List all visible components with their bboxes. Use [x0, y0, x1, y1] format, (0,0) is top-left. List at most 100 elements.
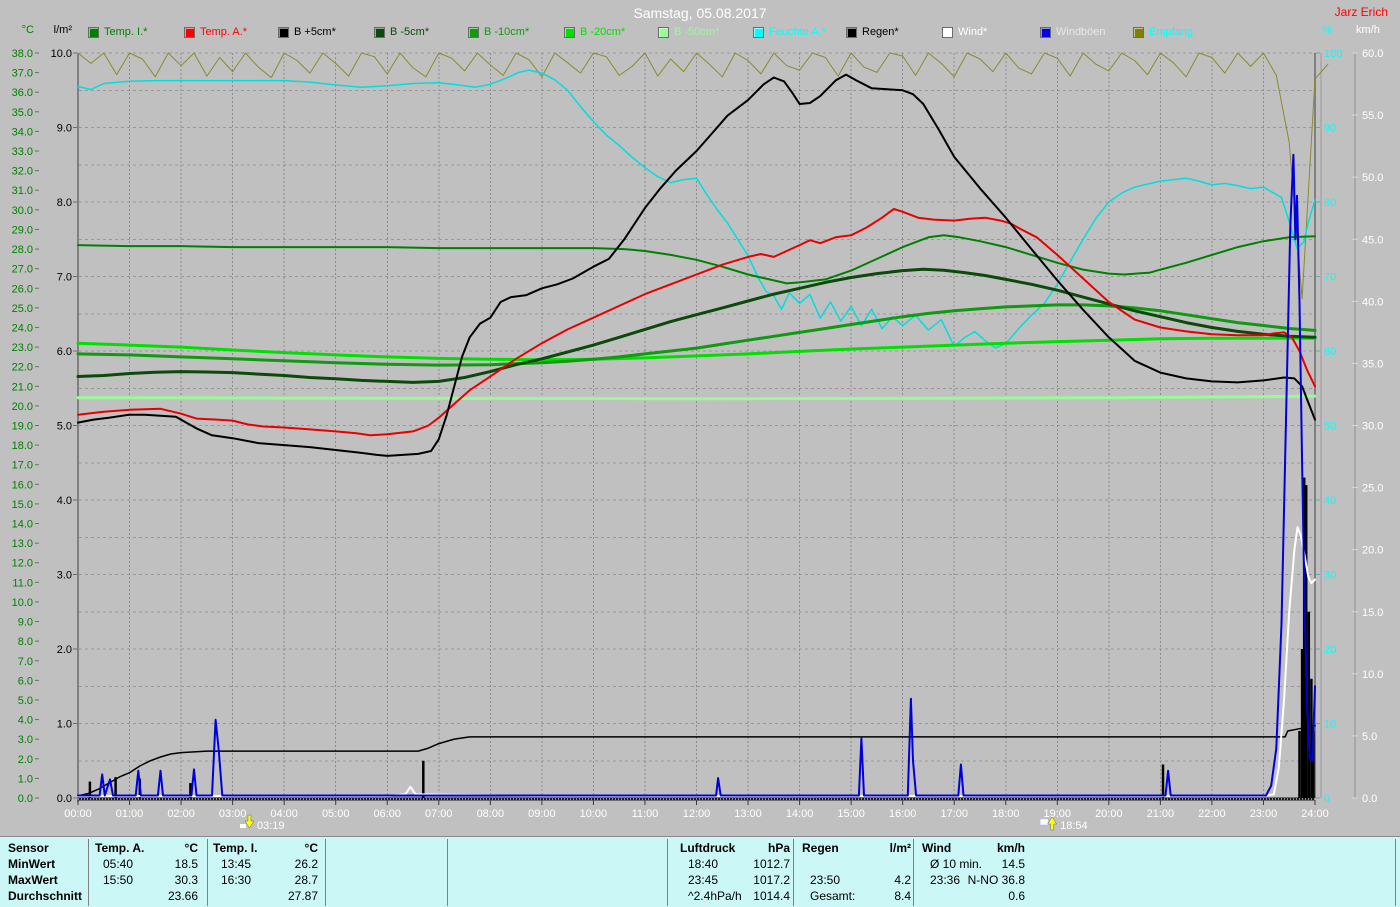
- stat-cell: 4.2: [894, 873, 911, 887]
- time-tick-label: 06:00: [373, 808, 401, 820]
- stat-cell: N-NO 36.8: [967, 873, 1025, 887]
- rain-tick-label: 9.0: [57, 123, 72, 135]
- humidity-tick-label: 0: [1324, 793, 1330, 805]
- humidity-tick-label: 70: [1324, 272, 1336, 284]
- stat-cell: 30.3: [174, 873, 198, 887]
- temp-tick-label: 12.0: [12, 558, 33, 570]
- stat-cell: km/h: [996, 841, 1025, 855]
- rain-tick-label: 5.0: [57, 421, 72, 433]
- humidity-tick-label: 20: [1324, 644, 1336, 656]
- wind-tick-label: 30.0: [1362, 421, 1383, 433]
- sun-marker-1854: 18:54: [1039, 816, 1088, 832]
- stat-cell: 1014.4: [753, 889, 790, 903]
- temp-tick-label: 23.0: [12, 342, 33, 354]
- table-divider: [1395, 839, 1396, 906]
- rain-tick-label: 1.0: [57, 719, 72, 731]
- wind-tick-label: 55.0: [1362, 110, 1383, 122]
- wind-tick-label: 15.0: [1362, 607, 1383, 619]
- stat-cell: MaxWert: [8, 873, 58, 887]
- temp-tick-label: 24.0: [12, 322, 33, 334]
- horizon-icon: [1039, 818, 1049, 826]
- horizon-icon: [239, 824, 246, 828]
- temp-tick-label: 38.0: [12, 48, 33, 60]
- temp-tick-label: 16.0: [12, 479, 33, 491]
- temp-tick-label: 4.0: [18, 715, 33, 727]
- time-tick-label: 18:00: [992, 808, 1020, 820]
- wind-tick-label: 45.0: [1362, 234, 1383, 246]
- temp-tick-label: 5.0: [18, 695, 33, 707]
- time-tick-label: 03:00: [219, 808, 247, 820]
- humidity-tick-label: 30: [1324, 570, 1336, 582]
- stat-cell: 27.87: [287, 889, 318, 903]
- time-tick-label: 16:00: [889, 808, 917, 820]
- table-divider: [207, 839, 208, 906]
- table-divider: [793, 839, 794, 906]
- stat-cell: 26.2: [294, 857, 318, 871]
- time-tick-label: 09:00: [528, 808, 556, 820]
- temp-tick-label: 28.0: [12, 244, 33, 256]
- temp-tick-label: 0.0: [18, 793, 33, 805]
- time-tick-label: 23:00: [1250, 808, 1278, 820]
- series-regen: [88, 477, 1315, 798]
- temp-tick-label: 26.0: [12, 283, 33, 295]
- temp-tick-label: 10.0: [12, 597, 33, 609]
- time-tick-label: 00:00: [64, 808, 92, 820]
- time-tick-label: 20:00: [1095, 808, 1123, 820]
- humidity-tick-label: 90: [1324, 123, 1336, 135]
- sun-marker-label: 18:54: [1060, 820, 1088, 832]
- time-tick-label: 21:00: [1147, 808, 1175, 820]
- weather-app-window: Samstag, 05.08.2017 Jarz Erich °C l/m² %…: [0, 0, 1400, 907]
- humidity-tick-label: 50: [1324, 421, 1336, 433]
- temp-tick-label: 13.0: [12, 538, 33, 550]
- time-tick-label: 05:00: [322, 808, 350, 820]
- stat-cell: 28.7: [294, 873, 318, 887]
- temp-tick-label: 19.0: [12, 421, 33, 433]
- rain-tick-label: 10.0: [51, 48, 72, 60]
- chart-plot-area[interactable]: 0.0 1.0 2.0 3.0 4.0 5.0 6.0 7.0 8.0 9.0 10.0 11.0 12…: [0, 0, 1400, 836]
- stat-cell: l/m²: [889, 841, 911, 855]
- temp-tick-label: 35.0: [12, 107, 33, 119]
- temp-tick-label: 25.0: [12, 303, 33, 315]
- time-tick-label: 19:00: [1044, 808, 1072, 820]
- wind-tick-label: 50.0: [1362, 172, 1383, 184]
- table-divider: [667, 839, 668, 906]
- stat-cell: °C: [184, 841, 198, 855]
- temp-tick-label: 2.0: [18, 754, 33, 766]
- wind-tick-label: 20.0: [1362, 545, 1383, 557]
- wind-tick-label: 5.0: [1362, 731, 1377, 743]
- temp-tick-label: 30.0: [12, 205, 33, 217]
- time-tick-label: 14:00: [786, 808, 814, 820]
- rain-tick-label: 8.0: [57, 197, 72, 209]
- time-tick-label: 13:00: [734, 808, 762, 820]
- wind-tick-label: 40.0: [1362, 296, 1383, 308]
- time-tick-label: 24:00: [1301, 808, 1329, 820]
- humidity-tick-label: 10: [1324, 719, 1336, 731]
- wind-tick-label: 0.0: [1362, 793, 1377, 805]
- time-tick-label: 15:00: [837, 808, 865, 820]
- stat-cell: 1017.2: [753, 873, 790, 887]
- temp-tick-label: 36.0: [12, 87, 33, 99]
- humidity-tick-label: 100: [1324, 48, 1342, 60]
- time-tick-label: 07:00: [425, 808, 453, 820]
- temp-tick-label: 29.0: [12, 224, 33, 236]
- temp-tick-label: 20.0: [12, 401, 33, 413]
- stat-cell: 18.5: [174, 857, 198, 871]
- wind-tick-label: 35.0: [1362, 358, 1383, 370]
- time-tick-label: 10:00: [580, 808, 608, 820]
- temp-tick-label: 21.0: [12, 381, 33, 393]
- sun-marker-label: 03:19: [257, 820, 285, 832]
- table-divider: [325, 839, 326, 906]
- series-b-minus50: [76, 394, 1317, 401]
- stat-cell: hPa: [767, 841, 790, 855]
- temp-tick-label: 27.0: [12, 264, 33, 276]
- temp-tick-label: 37.0: [12, 68, 33, 80]
- rain-tick-label: 6.0: [57, 346, 72, 358]
- temp-tick-label: 22.0: [12, 362, 33, 374]
- time-tick-label: 02:00: [167, 808, 195, 820]
- stat-cell: 23.66: [167, 889, 198, 903]
- temp-tick-label: 8.0: [18, 636, 33, 648]
- stat-cell: 14.5: [1001, 857, 1025, 871]
- time-tick-label: 17:00: [940, 808, 968, 820]
- temp-tick-label: 9.0: [18, 617, 33, 629]
- stat-cell: °C: [304, 841, 318, 855]
